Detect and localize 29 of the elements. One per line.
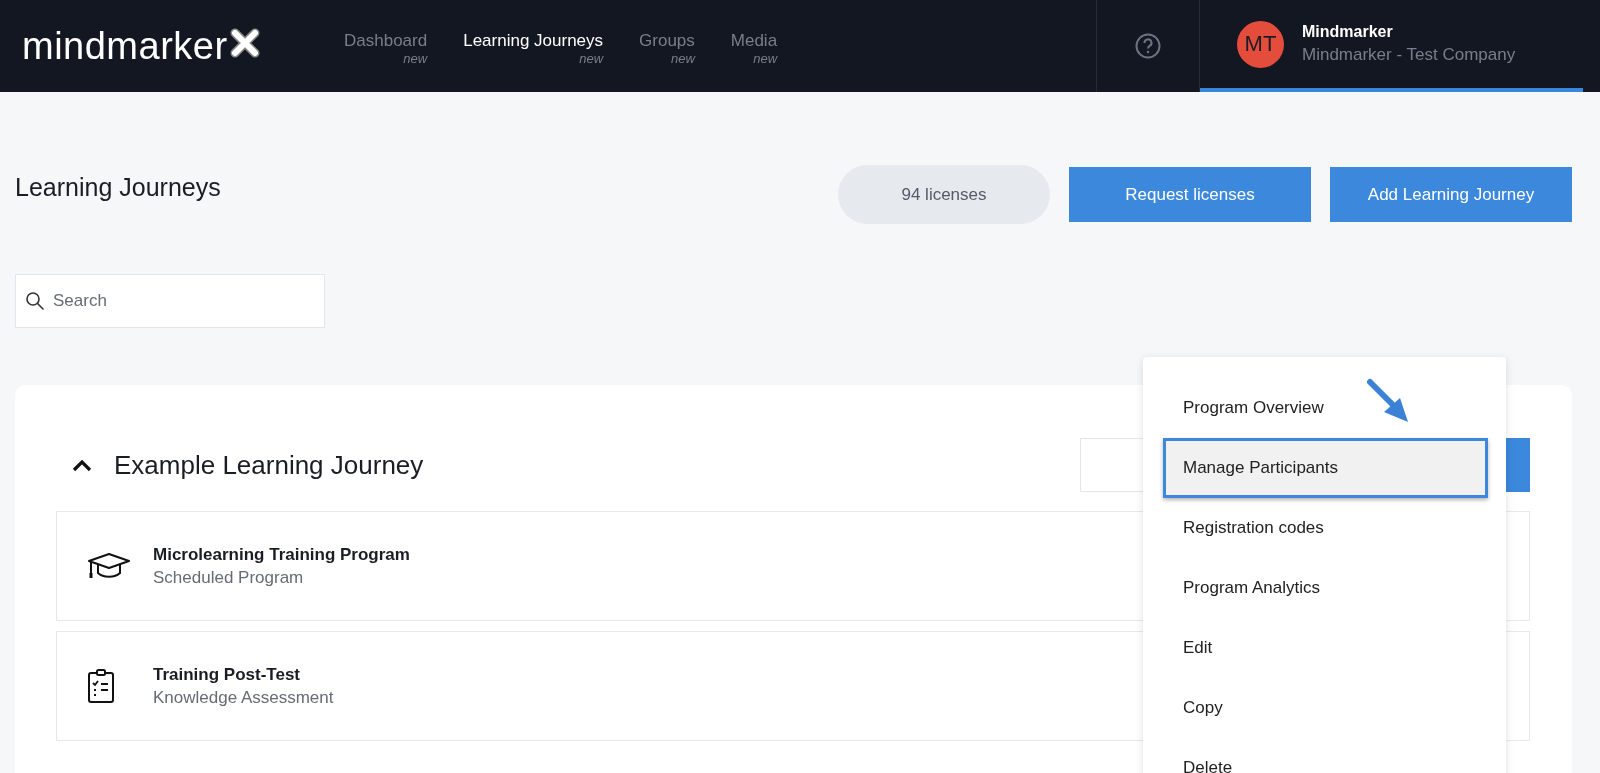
user-name: Mindmarker [1302,23,1394,41]
graduation-cap-icon [87,553,131,579]
menu-item[interactable]: Delete [1163,738,1488,773]
help-icon[interactable] [1135,33,1161,59]
avatar: MT [1237,20,1284,68]
nav-tab[interactable]: Learning Journeys new [463,30,604,66]
search-field[interactable]: Search [15,274,325,328]
item-title: Microlearning Training Program [153,544,410,565]
company-name: Mindmarker - Test Company [1302,45,1516,65]
logo-wordmark[interactable]: mindmarker [22,24,228,68]
menu-item[interactable]: Manage Participants [1163,438,1488,498]
nav-tab[interactable]: Groups new [639,30,695,66]
menu-item[interactable]: Program Overview [1163,378,1488,438]
action-button[interactable]: Add Learning Journey [1330,167,1572,222]
item-title: Training Post-Test [153,664,302,685]
checklist-clipboard-icon [87,668,115,704]
item-type: Scheduled Program [153,567,305,588]
action-button[interactable]: Request licenses [1069,167,1311,222]
item-type: Knowledge Assessment [153,687,334,708]
nav-tab[interactable]: Media new [730,30,778,66]
licenses-count: 94 licenses [838,165,1050,224]
menu-item[interactable]: Program Analytics [1163,558,1488,618]
nav-tab[interactable]: Dashboard new [344,30,428,66]
chevron-icon[interactable] [70,457,94,473]
page-title: Learning Journeys [15,173,221,202]
journey-title: Example Learning Journey [114,449,424,481]
x-logo-icon [229,28,260,58]
user-account-menu[interactable]: MT Mindmarker Mindmarker - Test Company [1200,0,1583,92]
menu-item[interactable]: Copy [1163,678,1488,738]
